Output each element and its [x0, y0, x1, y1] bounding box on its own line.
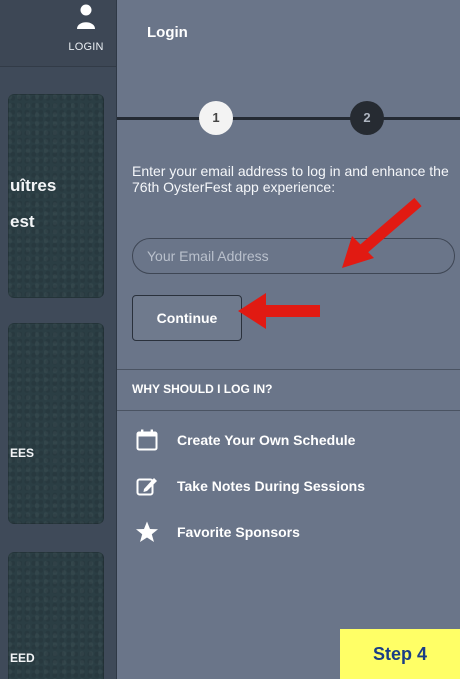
star-icon — [136, 521, 158, 542]
event-card[interactable]: EED — [8, 552, 104, 679]
benefit-label: Take Notes During Sessions — [177, 478, 366, 494]
login-panel: Login 1 2 Enter your email address to lo… — [117, 0, 460, 679]
divider — [117, 410, 460, 411]
step-progress-line — [117, 117, 460, 120]
card-title-line: EES — [10, 446, 35, 460]
user-icon — [77, 4, 95, 29]
background-app-strip: LOGIN uîtres est EES EED — [0, 0, 117, 679]
benefit-item: Favorite Sponsors — [135, 520, 455, 546]
benefit-label: Create Your Own Schedule — [177, 432, 356, 448]
card-title-line: est — [10, 212, 35, 231]
benefit-item: Take Notes During Sessions — [135, 474, 455, 500]
step-badge: Step 4 — [340, 629, 460, 679]
event-card[interactable]: EES — [8, 323, 104, 524]
calendar-icon — [136, 429, 158, 451]
login-nav-label: LOGIN — [68, 41, 104, 53]
continue-button[interactable]: Continue — [132, 295, 242, 341]
divider — [117, 369, 460, 370]
intro-text: Enter your email address to log in and e… — [132, 163, 449, 195]
card-title-line: uîtres — [10, 176, 57, 195]
annotation-arrow-continue — [238, 293, 320, 329]
step-2-indicator: 2 — [350, 101, 384, 135]
edit-note-icon — [136, 478, 157, 496]
annotation-arrow-email — [342, 197, 422, 268]
app-header: LOGIN — [0, 0, 116, 67]
why-login-heading: WHY SHOULD I LOG IN? — [132, 382, 273, 396]
benefit-item: Create Your Own Schedule — [135, 428, 455, 454]
benefit-label: Favorite Sponsors — [177, 524, 300, 540]
panel-title: Login — [147, 24, 188, 41]
step-1-indicator: 1 — [199, 101, 233, 135]
event-card[interactable]: uîtres est — [8, 94, 104, 298]
card-title-line: EED — [10, 651, 35, 665]
login-nav-button[interactable]: LOGIN — [64, 4, 108, 60]
